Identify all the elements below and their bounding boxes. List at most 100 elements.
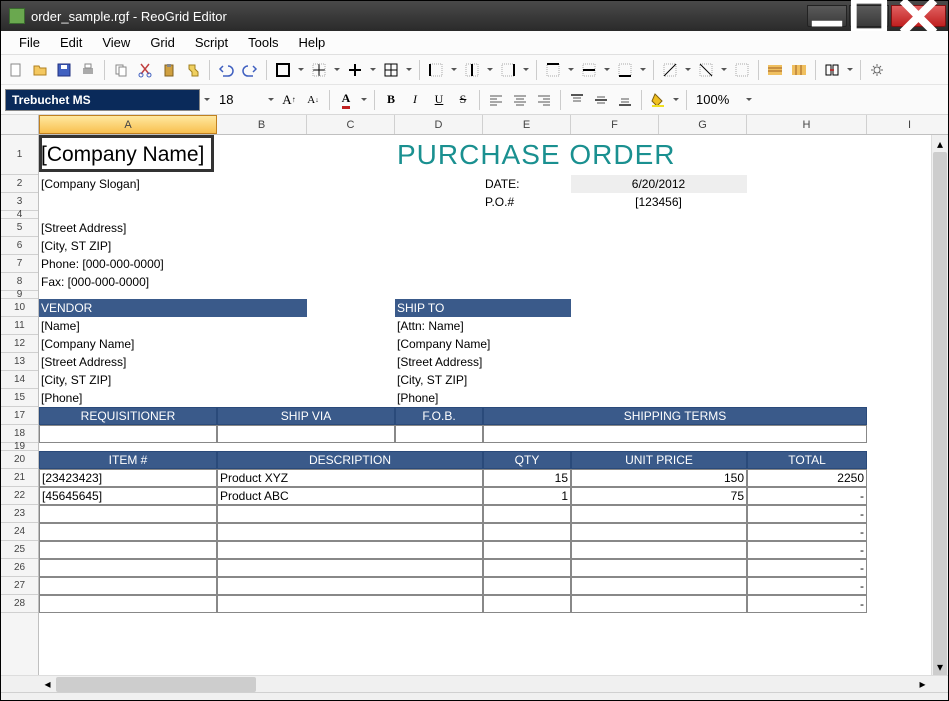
- item-total[interactable]: -: [747, 577, 867, 595]
- row-header[interactable]: 13: [1, 353, 38, 371]
- scroll-left-icon[interactable]: ◂: [39, 676, 56, 693]
- cell[interactable]: [217, 577, 483, 595]
- vertical-scrollbar[interactable]: ▴ ▾: [931, 135, 948, 675]
- scroll-up-icon[interactable]: ▴: [932, 135, 948, 152]
- fill-color-button[interactable]: [647, 89, 669, 111]
- row-header[interactable]: 19: [1, 443, 38, 451]
- item-desc[interactable]: Product XYZ: [217, 469, 483, 487]
- format-painter-button[interactable]: [182, 59, 204, 81]
- vendor-cell[interactable]: [Company Name]: [39, 335, 307, 353]
- style1-button[interactable]: [764, 59, 786, 81]
- column-header[interactable]: H: [747, 115, 867, 134]
- border-top-button[interactable]: [542, 59, 564, 81]
- item-id[interactable]: [23423423]: [39, 469, 217, 487]
- column-header[interactable]: D: [395, 115, 483, 134]
- row-header[interactable]: 4: [1, 211, 38, 219]
- style2-button[interactable]: [788, 59, 810, 81]
- row-header[interactable]: 28: [1, 595, 38, 613]
- vendor-header[interactable]: VENDOR: [39, 299, 307, 317]
- border-outline-button[interactable]: [272, 59, 294, 81]
- row-header[interactable]: 22: [1, 487, 38, 505]
- row-header[interactable]: 15: [1, 389, 38, 407]
- cell[interactable]: [483, 541, 571, 559]
- tbl2-hdr[interactable]: TOTAL: [747, 451, 867, 469]
- tbl2-hdr[interactable]: UNIT PRICE: [571, 451, 747, 469]
- slogan-cell[interactable]: [Company Slogan]: [39, 175, 217, 193]
- row-header[interactable]: 7: [1, 255, 38, 273]
- cell[interactable]: [39, 291, 939, 299]
- cell[interactable]: [307, 317, 395, 335]
- row-header[interactable]: 6: [1, 237, 38, 255]
- cell[interactable]: [307, 371, 395, 389]
- dropdown-icon[interactable]: [202, 89, 212, 111]
- cell[interactable]: [571, 541, 747, 559]
- new-button[interactable]: [5, 59, 27, 81]
- date-value[interactable]: 6/20/2012: [571, 175, 747, 193]
- item-total[interactable]: 2250: [747, 469, 867, 487]
- tbl2-hdr[interactable]: DESCRIPTION: [217, 451, 483, 469]
- row-header[interactable]: 10: [1, 299, 38, 317]
- menu-tools[interactable]: Tools: [238, 32, 288, 53]
- dropdown-icon[interactable]: [638, 59, 648, 81]
- undo-button[interactable]: [215, 59, 237, 81]
- border-diag2-button[interactable]: [695, 59, 717, 81]
- tbl1-hdr[interactable]: REQUISITIONER: [39, 407, 217, 425]
- close-button[interactable]: [891, 5, 946, 27]
- open-button[interactable]: [29, 59, 51, 81]
- row-header[interactable]: 11: [1, 317, 38, 335]
- menu-edit[interactable]: Edit: [50, 32, 92, 53]
- row-header[interactable]: 27: [1, 577, 38, 595]
- dropdown-icon[interactable]: [404, 59, 414, 81]
- cell[interactable]: [217, 559, 483, 577]
- column-header[interactable]: C: [307, 115, 395, 134]
- column-header[interactable]: A: [39, 115, 217, 134]
- row-header[interactable]: 24: [1, 523, 38, 541]
- tbl1-hdr[interactable]: SHIPPING TERMS: [483, 407, 867, 425]
- horizontal-scrollbar[interactable]: ◂ ▸: [1, 675, 948, 692]
- item-total[interactable]: -: [747, 523, 867, 541]
- item-id[interactable]: [45645645]: [39, 487, 217, 505]
- po-value[interactable]: [123456]: [571, 193, 747, 211]
- row-header[interactable]: 1: [1, 135, 38, 175]
- cell[interactable]: [307, 335, 395, 353]
- cell[interactable]: [483, 523, 571, 541]
- vendor-cell[interactable]: [City, ST ZIP]: [39, 371, 307, 389]
- cell[interactable]: [39, 425, 217, 443]
- border-right-button[interactable]: [497, 59, 519, 81]
- redo-button[interactable]: [239, 59, 261, 81]
- item-total[interactable]: -: [747, 541, 867, 559]
- dropdown-icon[interactable]: [521, 59, 531, 81]
- shipto-cell[interactable]: [Phone]: [395, 389, 659, 407]
- border-cross-button[interactable]: [344, 59, 366, 81]
- bold-button[interactable]: B: [380, 89, 402, 111]
- paste-button[interactable]: [158, 59, 180, 81]
- column-header[interactable]: F: [571, 115, 659, 134]
- tbl1-hdr[interactable]: SHIP VIA: [217, 407, 395, 425]
- minimize-button[interactable]: [807, 5, 847, 27]
- print-button[interactable]: [77, 59, 99, 81]
- row-header[interactable]: 25: [1, 541, 38, 559]
- cell[interactable]: [483, 505, 571, 523]
- company-name-cell[interactable]: [Company Name]: [39, 135, 217, 175]
- valign-mid-button[interactable]: [590, 89, 612, 111]
- font-size-select[interactable]: 18: [214, 89, 264, 111]
- zoom-select[interactable]: 100%: [692, 90, 742, 109]
- fax-cell[interactable]: Fax: [000-000-0000]: [39, 273, 307, 291]
- row-header[interactable]: 17: [1, 407, 38, 425]
- cell[interactable]: [483, 559, 571, 577]
- vendor-cell[interactable]: [Phone]: [39, 389, 307, 407]
- cell[interactable]: [483, 577, 571, 595]
- dropdown-icon[interactable]: [744, 89, 754, 111]
- tbl1-hdr[interactable]: F.O.B.: [395, 407, 483, 425]
- cell[interactable]: [39, 541, 217, 559]
- cell[interactable]: [483, 425, 867, 443]
- cell[interactable]: [217, 425, 395, 443]
- dropdown-icon[interactable]: [296, 59, 306, 81]
- column-header[interactable]: B: [217, 115, 307, 134]
- scroll-right-icon[interactable]: ▸: [914, 676, 931, 693]
- cell[interactable]: [39, 505, 217, 523]
- border-none-button[interactable]: [731, 59, 753, 81]
- column-header[interactable]: E: [483, 115, 571, 134]
- underline-button[interactable]: U: [428, 89, 450, 111]
- column-header[interactable]: G: [659, 115, 747, 134]
